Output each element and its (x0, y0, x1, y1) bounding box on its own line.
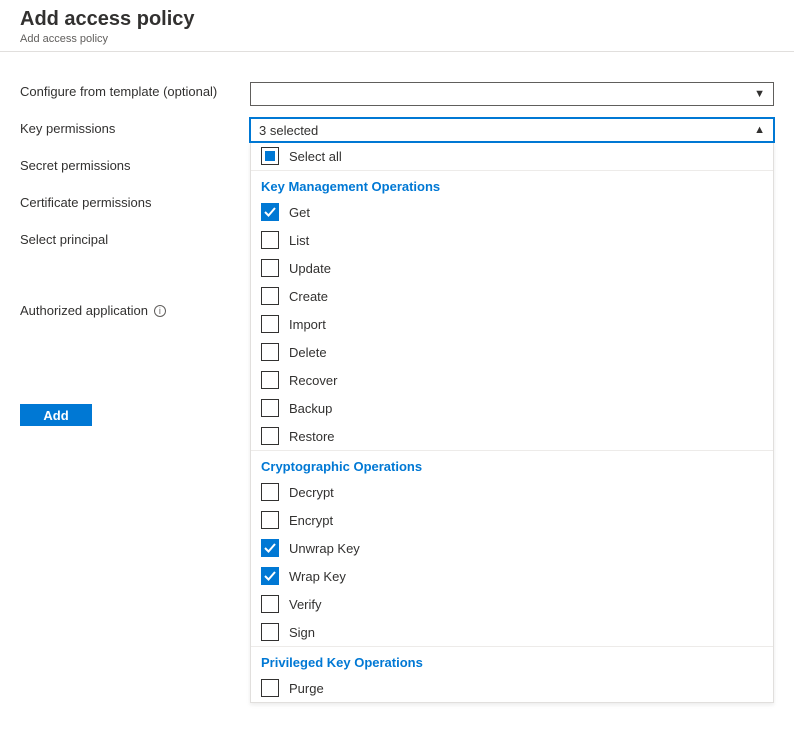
label-configure-template: Configure from template (optional) (20, 84, 250, 99)
authorized-application-text: Authorized application (20, 303, 148, 318)
dropdown-item[interactable]: Get (251, 198, 773, 226)
dropdown-item[interactable]: Delete (251, 338, 773, 366)
label-secret-permissions: Secret permissions (20, 158, 250, 173)
dropdown-item-label: Get (289, 205, 310, 220)
checkbox[interactable] (261, 147, 279, 165)
checkbox[interactable] (261, 259, 279, 277)
checkbox[interactable] (261, 343, 279, 361)
checkbox[interactable] (261, 511, 279, 529)
dropdown-section-header: Privileged Key Operations (251, 646, 773, 674)
dropdown-item[interactable]: Wrap Key (251, 562, 773, 590)
checkbox[interactable] (261, 203, 279, 221)
key-permissions-value: 3 selected (259, 123, 318, 138)
left-column: Configure from template (optional) Key p… (20, 82, 250, 703)
checkbox[interactable] (261, 315, 279, 333)
dropdown-item-label: List (289, 233, 309, 248)
dropdown-item-label: Decrypt (289, 485, 334, 500)
key-permissions-select[interactable]: 3 selected ▲ (250, 118, 774, 142)
chevron-down-icon: ▼ (754, 88, 765, 100)
label-authorized-application: Authorized application i (20, 303, 250, 318)
label-certificate-permissions: Certificate permissions (20, 195, 250, 210)
dropdown-item[interactable]: Create (251, 282, 773, 310)
dropdown-item-label: Encrypt (289, 513, 333, 528)
page-header: Add access policy Add access policy (0, 0, 794, 52)
dropdown-item-label: Backup (289, 401, 332, 416)
checkbox[interactable] (261, 595, 279, 613)
dropdown-item[interactable]: Import (251, 310, 773, 338)
dropdown-item[interactable]: Decrypt (251, 478, 773, 506)
page-title: Add access policy (20, 8, 774, 31)
chevron-up-icon: ▲ (754, 124, 765, 136)
label-key-permissions: Key permissions (20, 121, 250, 136)
dropdown-item-label: Delete (289, 345, 327, 360)
add-button[interactable]: Add (20, 404, 92, 426)
checkbox[interactable] (261, 567, 279, 585)
label-select-principal: Select principal (20, 232, 250, 247)
dropdown-item-label: Update (289, 261, 331, 276)
dropdown-item-label: Create (289, 289, 328, 304)
dropdown-select-all[interactable]: Select all (251, 142, 773, 170)
dropdown-item[interactable]: Restore (251, 422, 773, 450)
checkbox[interactable] (261, 623, 279, 641)
dropdown-item[interactable]: Unwrap Key (251, 534, 773, 562)
info-icon[interactable]: i (154, 305, 166, 317)
checkbox[interactable] (261, 371, 279, 389)
dropdown-item-label: Recover (289, 373, 337, 388)
content-area: Configure from template (optional) Key p… (0, 52, 794, 723)
dropdown-item[interactable]: Encrypt (251, 506, 773, 534)
checkbox[interactable] (261, 679, 279, 697)
checkbox[interactable] (261, 287, 279, 305)
dropdown-item-label: Sign (289, 625, 315, 640)
dropdown-item-label: Import (289, 317, 326, 332)
configure-template-select[interactable]: ▼ (250, 82, 774, 106)
dropdown-section-header: Key Management Operations (251, 170, 773, 198)
right-column: ▼ 3 selected ▲ Select all Key Management … (250, 82, 774, 703)
dropdown-item-label: Purge (289, 681, 324, 696)
dropdown-item[interactable]: Backup (251, 394, 773, 422)
dropdown-item[interactable]: Recover (251, 366, 773, 394)
dropdown-item-label: Verify (289, 597, 322, 612)
page-subtitle: Add access policy (20, 33, 774, 45)
dropdown-item-label: Restore (289, 429, 335, 444)
checkbox[interactable] (261, 427, 279, 445)
checkbox[interactable] (261, 399, 279, 417)
dropdown-item[interactable]: Purge (251, 674, 773, 702)
dropdown-item[interactable]: List (251, 226, 773, 254)
dropdown-item-label: Wrap Key (289, 569, 346, 584)
key-permissions-dropdown: Select all Key Management Operations Get Li… (250, 142, 774, 703)
dropdown-item[interactable]: Verify (251, 590, 773, 618)
select-all-label: Select all (289, 149, 342, 164)
dropdown-item[interactable]: Sign (251, 618, 773, 646)
dropdown-section-header: Cryptographic Operations (251, 450, 773, 478)
checkbox[interactable] (261, 231, 279, 249)
checkbox[interactable] (261, 539, 279, 557)
checkbox[interactable] (261, 483, 279, 501)
dropdown-item[interactable]: Update (251, 254, 773, 282)
dropdown-item-label: Unwrap Key (289, 541, 360, 556)
